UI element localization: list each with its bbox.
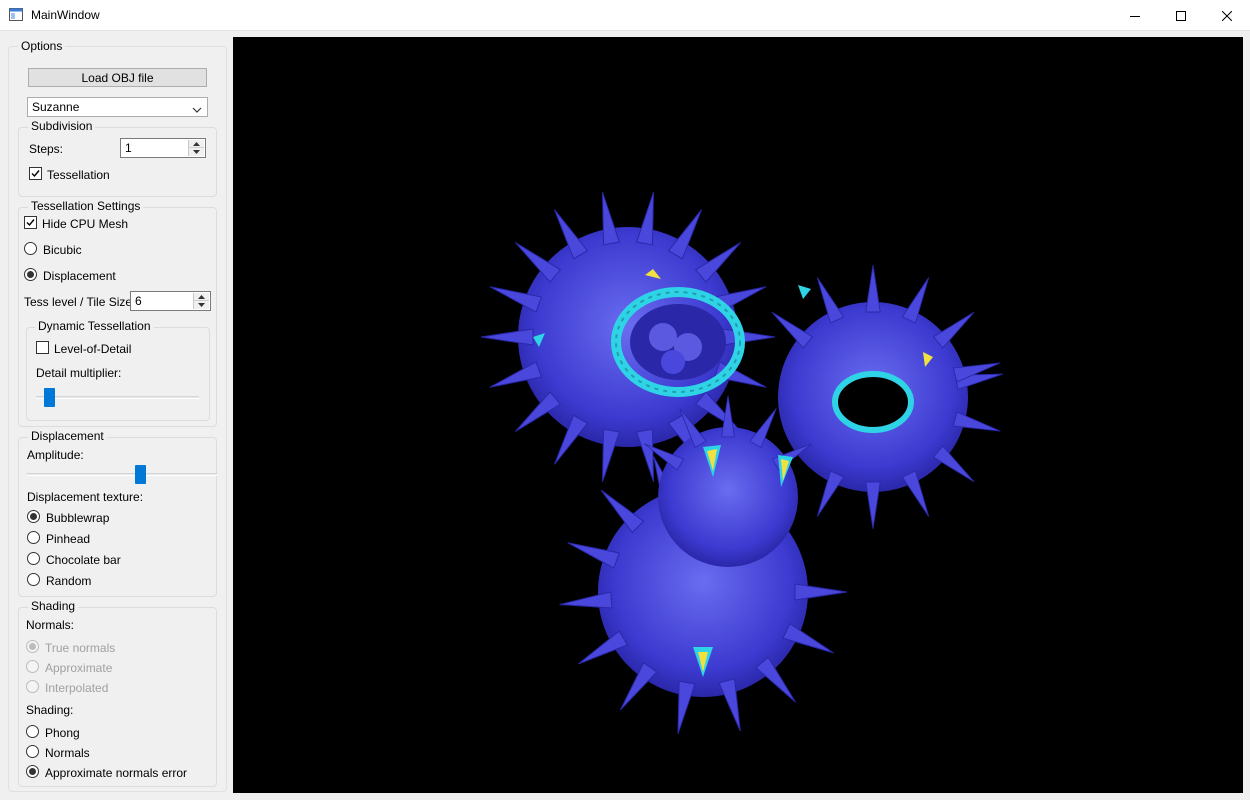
- tess-level-value: 6: [135, 294, 142, 308]
- arrow-up-icon: [198, 294, 205, 299]
- amplitude-label: Amplitude:: [27, 448, 84, 462]
- texture-label-bubblewrap: Bubblewrap: [46, 511, 110, 525]
- texture-label-chocolate-bar: Chocolate bar: [46, 553, 121, 567]
- dynamic-tessellation-title: Dynamic Tessellation: [35, 319, 154, 333]
- arrow-up-icon: [193, 141, 200, 146]
- load-obj-button[interactable]: Load OBJ file: [28, 68, 207, 87]
- arrow-down-icon: [198, 303, 205, 307]
- checkmark-icon: [26, 219, 35, 227]
- minimize-icon: [1130, 15, 1140, 17]
- maximize-button[interactable]: [1158, 0, 1204, 31]
- model-select[interactable]: Suzanne: [27, 97, 208, 117]
- shading-label-phong: Phong: [45, 726, 80, 740]
- detail-multiplier-track[interactable]: [36, 396, 199, 399]
- bicubic-label: Bicubic: [43, 243, 82, 257]
- rendered-mesh: [480, 190, 1005, 736]
- steps-spinbox[interactable]: 1: [120, 138, 206, 158]
- amplitude-handle[interactable]: [135, 465, 146, 484]
- detail-multiplier-handle[interactable]: [44, 388, 55, 407]
- tessellation-checkbox[interactable]: [29, 167, 42, 180]
- lod-checkbox[interactable]: [36, 341, 49, 354]
- chevron-down-icon: [192, 103, 202, 117]
- normals-label-interpolated: Interpolated: [45, 681, 109, 695]
- normals-radio-approximate[interactable]: [26, 660, 39, 673]
- normals-label-true: True normals: [45, 641, 116, 655]
- options-group-title: Options: [18, 39, 66, 53]
- texture-label-random: Random: [46, 574, 92, 588]
- texture-radio-chocolate-bar[interactable]: [27, 552, 40, 565]
- shading-radio-phong[interactable]: [26, 725, 39, 738]
- displacement-texture-label: Displacement texture:: [27, 490, 144, 504]
- arrow-down-icon: [193, 150, 200, 154]
- steps-label: Steps:: [29, 142, 64, 156]
- spin-up-button[interactable]: [194, 293, 209, 301]
- texture-label-pinhead: Pinhead: [46, 532, 91, 546]
- bicubic-radio[interactable]: [24, 242, 37, 255]
- left-eye-ring: [611, 287, 745, 397]
- tessellation-settings-title: Tessellation Settings: [28, 199, 144, 213]
- tess-level-spinbox[interactable]: 6: [130, 291, 211, 311]
- close-button[interactable]: [1204, 0, 1250, 31]
- shading-group-title: Shading: [28, 599, 79, 613]
- hide-cpu-mesh-checkbox[interactable]: [24, 216, 37, 229]
- steps-value: 1: [125, 141, 132, 155]
- normals-label-approximate: Approximate: [45, 661, 113, 675]
- tess-level-label: Tess level / Tile Size: [24, 295, 133, 309]
- normals-label: Normals:: [26, 618, 75, 632]
- shading-radio-normals[interactable]: [26, 745, 39, 758]
- lod-label: Level-of-Detail: [54, 342, 132, 356]
- texture-radio-bubblewrap[interactable]: [27, 510, 40, 523]
- app-window-icon: [9, 8, 23, 21]
- shading-label: Shading:: [26, 703, 74, 717]
- displacement-mode-label: Displacement: [43, 269, 116, 283]
- amplitude-track[interactable]: [27, 473, 217, 476]
- normals-radio-interpolated[interactable]: [26, 680, 39, 693]
- close-icon: [1222, 10, 1232, 21]
- displacement-group-title: Displacement: [28, 429, 107, 443]
- minimize-button[interactable]: [1112, 0, 1158, 31]
- gl-viewport[interactable]: [233, 37, 1243, 793]
- displacement-radio[interactable]: [24, 268, 37, 281]
- shading-radio-approx-error[interactable]: [26, 765, 39, 778]
- spin-up-button[interactable]: [189, 140, 204, 148]
- normals-radio-true[interactable]: [26, 640, 39, 653]
- subdivision-group-title: Subdivision: [28, 119, 96, 133]
- title-bar: MainWindow: [0, 0, 1250, 31]
- shading-label-normals: Normals: [45, 746, 90, 760]
- shading-group: [18, 607, 217, 787]
- hide-cpu-mesh-label: Hide CPU Mesh: [42, 217, 129, 231]
- spin-down-button[interactable]: [194, 301, 209, 309]
- spin-down-button[interactable]: [189, 148, 204, 156]
- right-cluster: [766, 264, 1005, 530]
- window-title: MainWindow: [31, 8, 100, 22]
- detail-multiplier-label: Detail multiplier:: [36, 366, 122, 380]
- maximize-icon: [1176, 10, 1186, 21]
- checkmark-icon: [31, 170, 40, 178]
- model-select-value: Suzanne: [32, 100, 80, 114]
- texture-radio-random[interactable]: [27, 573, 40, 586]
- texture-radio-pinhead[interactable]: [27, 531, 40, 544]
- tessellation-label: Tessellation: [47, 168, 110, 182]
- shading-label-approx-error: Approximate normals error: [45, 766, 188, 780]
